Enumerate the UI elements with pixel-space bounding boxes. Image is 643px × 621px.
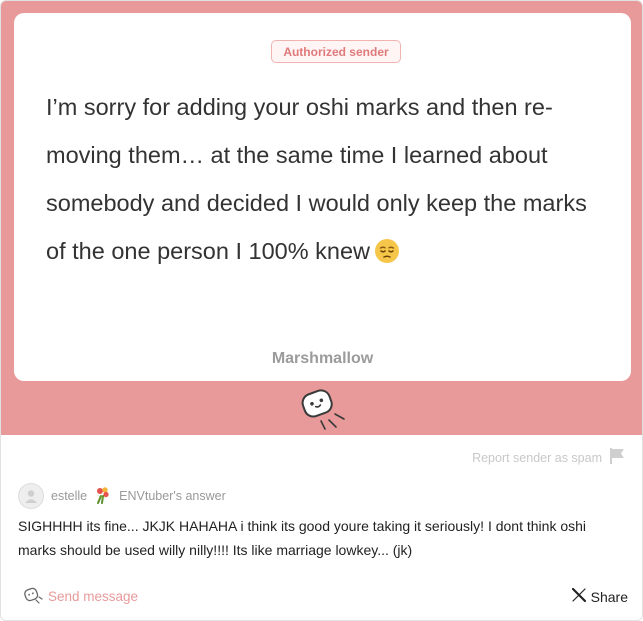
report-spam-button[interactable]: Report sender as spam	[472, 447, 626, 468]
site-name: Marshmallow	[271, 350, 374, 367]
flag-icon	[608, 447, 626, 468]
x-logo-icon	[571, 587, 587, 606]
share-button[interactable]: Share	[571, 587, 628, 606]
avatar[interactable]	[18, 483, 44, 509]
answer-header: estelle ENVtuber's answer	[18, 483, 226, 509]
send-message-button[interactable]: Send message	[23, 586, 138, 607]
message-card: Authorized sender I’m sorry for adding y…	[14, 13, 631, 381]
marshmallow-mascot-icon	[299, 387, 349, 431]
message-body: I’m sorry for adding your oshi marks and…	[46, 83, 606, 280]
report-spam-label: Report sender as spam	[472, 450, 602, 465]
answer-text: SIGHHHH its fine... JKJK HAHAHA i think …	[18, 518, 587, 558]
message-text: I’m sorry for adding your oshi marks and…	[46, 94, 587, 264]
answer-page: Authorized sender I’m sorry for adding y…	[0, 0, 643, 621]
send-message-label: Send message	[48, 589, 139, 604]
answer-suffix: ENVtuber's answer	[119, 489, 226, 503]
user-icon	[25, 490, 37, 503]
marshmallow-send-icon	[23, 586, 43, 607]
authorized-sender-badge: Authorized sender	[271, 40, 401, 63]
pensive-face-icon	[374, 232, 400, 280]
answer-author[interactable]: estelle	[51, 489, 87, 503]
bouquet-icon	[94, 486, 112, 507]
share-label: Share	[590, 588, 628, 605]
message-banner: Authorized sender I’m sorry for adding y…	[1, 1, 642, 435]
